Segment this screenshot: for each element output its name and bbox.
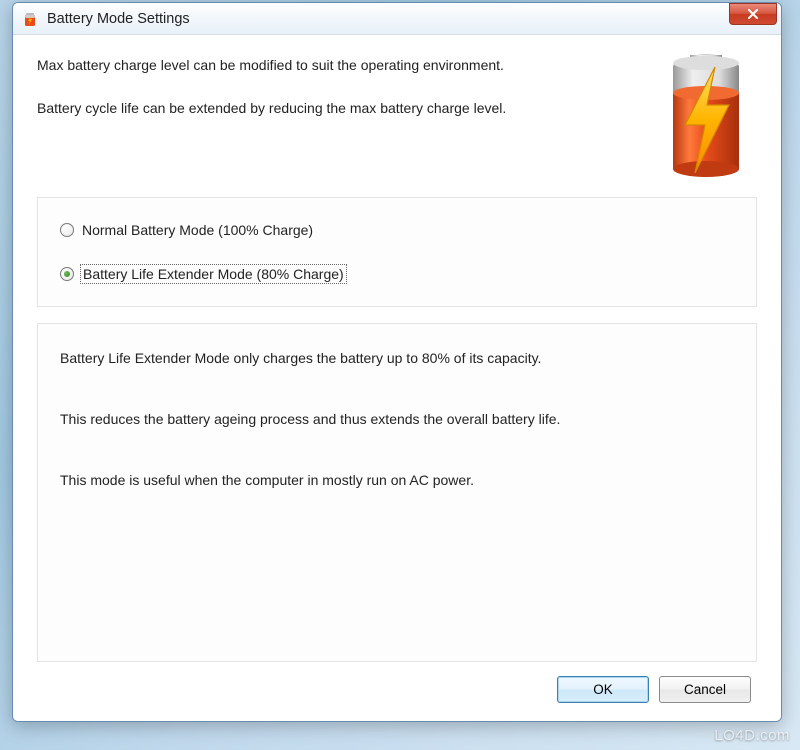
ok-button[interactable]: OK (557, 676, 649, 703)
description-line-3: This mode is useful when the computer in… (60, 470, 734, 491)
dialog-content: Max battery charge level can be modified… (13, 35, 781, 721)
watermark: LO4D.com (714, 727, 790, 744)
close-button[interactable] (729, 3, 777, 25)
cancel-button[interactable]: Cancel (659, 676, 751, 703)
battery-icon (655, 49, 757, 179)
radio-icon (60, 267, 74, 281)
app-icon (21, 10, 39, 28)
intro-line-2: Battery cycle life can be extended by re… (37, 98, 639, 119)
intro-line-1: Max battery charge level can be modified… (37, 55, 639, 76)
mode-description: Battery Life Extender Mode only charges … (37, 323, 757, 662)
radio-label: Battery Life Extender Mode (80% Charge) (82, 266, 345, 282)
intro-section: Max battery charge level can be modified… (37, 55, 757, 179)
button-row: OK Cancel (37, 662, 757, 707)
radio-normal-mode[interactable]: Normal Battery Mode (100% Charge) (60, 222, 734, 238)
close-icon (747, 9, 759, 19)
titlebar: Battery Mode Settings (13, 3, 781, 35)
settings-dialog: Battery Mode Settings Max battery charge… (12, 2, 782, 722)
description-line-1: Battery Life Extender Mode only charges … (60, 348, 734, 369)
radio-extender-mode[interactable]: Battery Life Extender Mode (80% Charge) (60, 266, 734, 282)
mode-options-group: Normal Battery Mode (100% Charge) Batter… (37, 197, 757, 307)
intro-text: Max battery charge level can be modified… (37, 55, 639, 141)
radio-label: Normal Battery Mode (100% Charge) (82, 222, 313, 238)
radio-icon (60, 223, 74, 237)
window-title: Battery Mode Settings (47, 11, 721, 27)
description-line-2: This reduces the battery ageing process … (60, 409, 734, 430)
